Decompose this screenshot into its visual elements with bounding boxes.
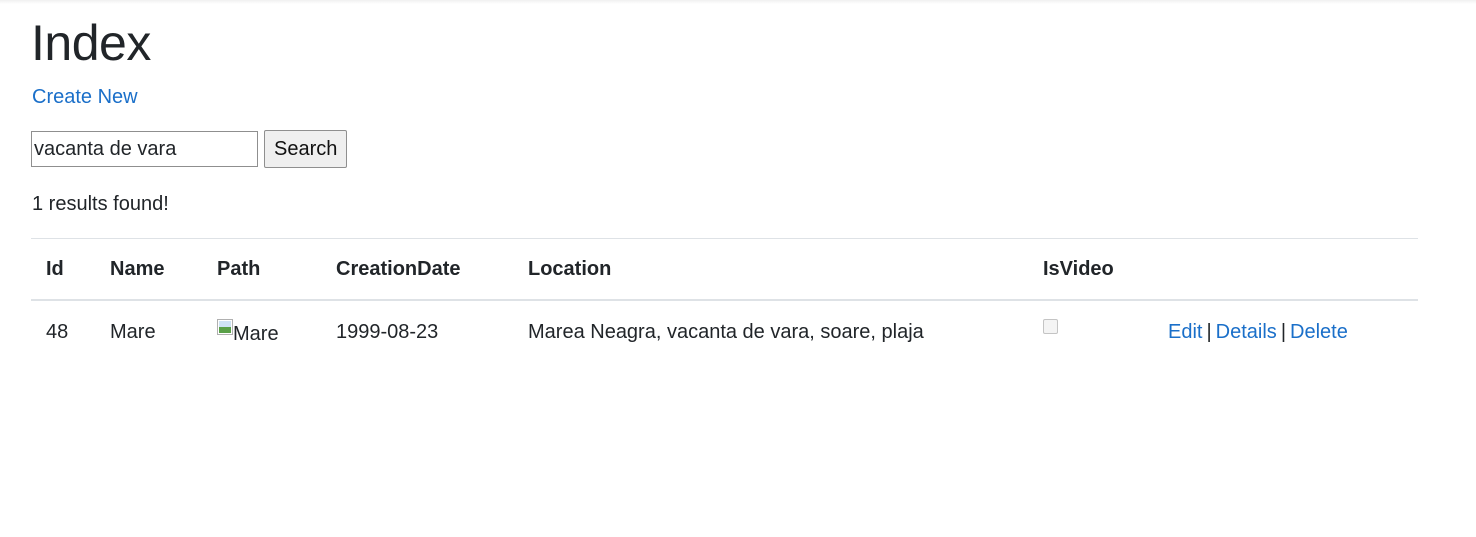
cell-id: 48 bbox=[46, 320, 69, 343]
broken-image-icon bbox=[217, 319, 233, 335]
header-actions bbox=[1153, 238, 1418, 301]
action-separator: | bbox=[1280, 320, 1287, 343]
header-name: Name bbox=[95, 238, 202, 301]
is-video-checkbox bbox=[1043, 318, 1058, 334]
page-title: Index bbox=[31, 15, 151, 71]
search-input[interactable] bbox=[31, 131, 258, 167]
cell-path: Mare bbox=[202, 300, 321, 363]
details-link[interactable]: Details bbox=[1216, 321, 1277, 343]
cell-location: Marea Neagra, vacanta de vara, soare, pl… bbox=[528, 320, 924, 343]
header-path: Path bbox=[202, 238, 321, 301]
header-creation-date: CreationDate bbox=[321, 238, 513, 301]
table-row: 48 Mare Mare 1999-08-23 Marea Neagra, va… bbox=[31, 300, 1418, 363]
create-new-link[interactable]: Create New bbox=[32, 85, 138, 109]
header-location: Location bbox=[513, 238, 1028, 301]
broken-image: Mare bbox=[217, 319, 279, 346]
delete-link[interactable]: Delete bbox=[1290, 321, 1348, 343]
header-id: Id bbox=[31, 238, 95, 301]
results-table: Id Name Path CreationDate Location IsVid… bbox=[31, 238, 1418, 363]
search-form: Search bbox=[31, 130, 348, 168]
cell-creation-date: 1999-08-23 bbox=[336, 320, 439, 343]
cell-actions: Edit | Details | Delete bbox=[1153, 300, 1418, 363]
cell-is-video bbox=[1028, 300, 1153, 363]
cell-name: Mare bbox=[110, 320, 156, 343]
results-count-text: 1 results found! bbox=[32, 193, 169, 215]
search-button[interactable]: Search bbox=[264, 130, 348, 168]
edit-link[interactable]: Edit bbox=[1168, 321, 1202, 343]
header-is-video: IsVideo bbox=[1028, 238, 1153, 301]
image-alt-text: Mare bbox=[233, 323, 279, 345]
action-separator: | bbox=[1206, 320, 1212, 343]
table-header-row: Id Name Path CreationDate Location IsVid… bbox=[31, 238, 1418, 301]
top-bar-shadow bbox=[0, 0, 1476, 4]
